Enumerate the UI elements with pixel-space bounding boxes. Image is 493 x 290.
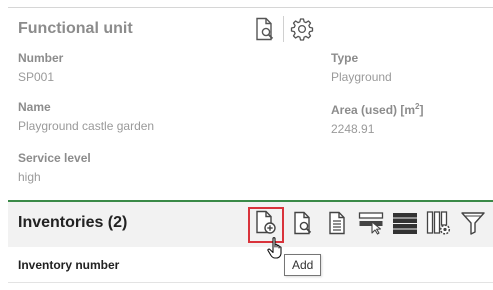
column-settings-icon [426, 210, 452, 241]
area-label: Area (used) [m2] [331, 102, 424, 117]
area-value: 2248.91 [331, 122, 375, 136]
filter-button[interactable] [456, 208, 490, 242]
add-tooltip: Add [284, 254, 322, 276]
toolbar-separator [283, 16, 284, 42]
service-level-field: Service level high [18, 151, 91, 184]
inventories-table-header: Inventory number [8, 247, 493, 283]
type-label: Type [331, 51, 359, 65]
list-view-icon [392, 211, 418, 240]
type-field: Type Playground [331, 51, 392, 84]
name-field: Name Playground castle garden [18, 100, 154, 133]
column-settings-button[interactable] [422, 208, 456, 242]
number-field: Number SP001 [18, 51, 63, 84]
number-label: Number [18, 51, 64, 65]
type-value: Playground [331, 70, 392, 84]
number-value: SP001 [18, 70, 55, 84]
select-rows-button[interactable] [354, 208, 388, 242]
search-document-icon [292, 211, 314, 240]
inventories-title: Inventories (2) [18, 214, 128, 231]
search-document-button[interactable] [286, 208, 320, 242]
functional-unit-header: Functional unit [18, 17, 133, 41]
list-view-button[interactable] [388, 208, 422, 242]
service-level-value: high [18, 170, 41, 184]
top-divider [8, 7, 493, 8]
functional-unit-toolbar [250, 14, 317, 44]
select-rows-icon [358, 211, 384, 240]
name-value: Playground castle garden [18, 119, 155, 133]
area-field: Area (used) [m2] 2248.91 [331, 100, 423, 136]
filter-icon [460, 210, 486, 241]
functional-unit-title: Functional unit [18, 20, 133, 37]
search-document-icon[interactable] [250, 14, 280, 44]
inventories-header: Inventories (2) [8, 200, 493, 247]
gear-icon[interactable] [287, 14, 317, 44]
service-level-label: Service level [18, 151, 91, 165]
column-header-inventory-number[interactable]: Inventory number [18, 258, 119, 272]
document-icon [326, 211, 348, 240]
name-label: Name [18, 100, 51, 114]
document-button[interactable] [320, 208, 354, 242]
